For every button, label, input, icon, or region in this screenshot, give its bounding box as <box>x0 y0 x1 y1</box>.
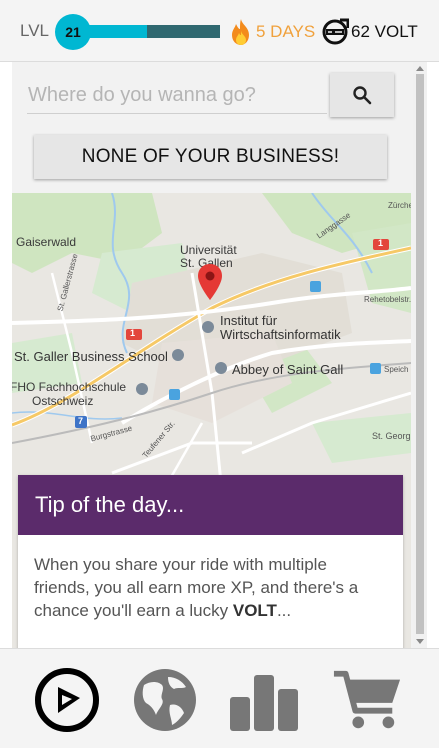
content-scrollbar[interactable] <box>413 62 427 648</box>
tip-of-the-day-card: Tip of the day... When you share your ri… <box>18 475 403 648</box>
map-label-business-school: St. Galler Business School <box>14 349 168 364</box>
cart-icon <box>333 670 401 729</box>
fire-icon <box>232 19 249 45</box>
route-shield-7: 7 <box>78 416 84 426</box>
map-label-ostschweiz: Ostschweiz <box>32 394 94 408</box>
map-label-speich: Speich <box>384 365 409 374</box>
map-label-fho: FHO Fachhochschule <box>12 380 127 394</box>
scroll-thumb[interactable] <box>416 74 424 634</box>
leaderboard-icon <box>230 675 298 731</box>
bottom-navigation <box>0 648 439 748</box>
map-label-universitat: Universität <box>180 243 237 257</box>
volt-balance: 62 VOLT <box>351 22 418 41</box>
route-shield-1-east: 1 <box>378 238 384 248</box>
search-button[interactable] <box>330 73 394 117</box>
route-shield-1: 1 <box>130 328 136 338</box>
search-icon <box>353 86 372 105</box>
tip-text: When you share your ride with multiple f… <box>34 555 359 620</box>
tip-text-bold: VOLT <box>232 601 277 620</box>
map-label-rehetobel: Rehetobelstr. <box>364 295 411 304</box>
tip-text-end: ... <box>276 601 292 620</box>
tip-body: When you share your ride with multiple f… <box>18 535 403 622</box>
map-label-institut: Institut für <box>220 313 278 328</box>
main-content: NONE OF YOUR BUSINESS! <box>12 62 427 648</box>
top-status-bar: LVL 21 5 DAYS 62 VOLT <box>0 0 439 62</box>
streak-counter: 5 DAYS <box>256 22 316 41</box>
nav-explore[interactable] <box>130 665 200 735</box>
scroll-up-arrow-icon[interactable] <box>416 66 424 71</box>
navigate-icon <box>35 668 99 732</box>
map-label-zurcher: Zürcher <box>388 201 411 210</box>
destination-search-input[interactable] <box>27 78 327 114</box>
globe-icon <box>134 669 196 731</box>
none-of-your-business-button[interactable]: NONE OF YOUR BUSINESS! <box>34 135 387 179</box>
nav-navigate[interactable] <box>32 665 102 735</box>
map-view[interactable]: Gaiserwald Universität St. Gallen Instit… <box>12 193 411 648</box>
tip-title: Tip of the day... <box>18 475 403 535</box>
nav-shop[interactable] <box>332 665 402 735</box>
map-label-st-georgen: St. Georg <box>372 431 411 441</box>
nav-leaderboard[interactable] <box>229 665 299 735</box>
volt-icon <box>322 18 349 45</box>
level-badge: 21 <box>55 14 91 50</box>
scroll-down-arrow-icon[interactable] <box>416 639 424 644</box>
map-pin-icon[interactable] <box>197 263 223 301</box>
level-label: LVL <box>20 21 49 40</box>
map-label-gaiserwald: Gaiserwald <box>16 235 77 249</box>
map-label-abbey: Abbey of Saint Gall <box>232 362 344 377</box>
map-label-wirtschaftsinformatik: Wirtschaftsinformatik <box>220 327 341 342</box>
